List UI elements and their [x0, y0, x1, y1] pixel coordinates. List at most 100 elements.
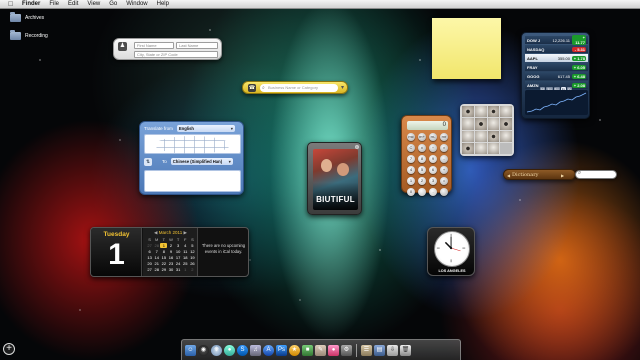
- firefox-icon[interactable]: ★: [289, 344, 300, 356]
- skype-icon[interactable]: S: [237, 344, 248, 356]
- calculator-key[interactable]: 2: [418, 177, 426, 185]
- apple-menu-icon[interactable]: : [8, 0, 16, 9]
- trash-icon[interactable]: 🗑: [400, 344, 411, 356]
- tile[interactable]: [474, 142, 487, 154]
- movie-poster[interactable]: BIUTIFUL: [313, 149, 358, 210]
- chevron-down-icon[interactable]: ▾: [341, 84, 344, 91]
- tile[interactable]: [487, 106, 500, 118]
- stock-change[interactable]: + 6.05: [572, 64, 586, 70]
- tile[interactable]: [487, 142, 500, 154]
- calendar-day-cell[interactable]: 7: [153, 249, 160, 254]
- next-month-icon[interactable]: ▶: [183, 230, 186, 235]
- stock-row[interactable]: AAPL 355.00 + 1.78: [525, 54, 588, 62]
- calendar-day-cell[interactable]: 16: [167, 255, 174, 260]
- menu-help[interactable]: Help: [157, 0, 169, 9]
- stock-row[interactable]: FRAY + 6.05: [525, 63, 588, 71]
- calculator-key[interactable]: ±: [418, 144, 426, 152]
- calendar-day-cell[interactable]: 2: [189, 267, 196, 272]
- calendar-day-cell[interactable]: 27: [146, 243, 153, 248]
- translate-to-select[interactable]: Chinese (Simplified Han): [170, 158, 233, 165]
- calculator-key[interactable]: 9: [429, 155, 437, 163]
- swap-icon[interactable]: ⇅: [144, 158, 152, 166]
- calendar-day-cell[interactable]: 17: [175, 255, 182, 260]
- calendar-day-cell[interactable]: 1: [160, 243, 168, 248]
- calendar-day-cell[interactable]: 24: [175, 261, 182, 266]
- menu-finder[interactable]: Finder: [22, 0, 40, 9]
- stock-row[interactable]: GOOG 617.45 + 6.48: [525, 72, 588, 80]
- tile[interactable]: [487, 130, 500, 142]
- calculator-key[interactable]: [418, 188, 426, 196]
- tile-game-widget[interactable]: [460, 104, 514, 156]
- calendar-day-cell[interactable]: 29: [160, 267, 167, 272]
- tile[interactable]: [462, 130, 474, 142]
- photoshop-icon[interactable]: Ps: [276, 344, 287, 356]
- calculator-key[interactable]: -: [440, 155, 448, 163]
- calendar-day-cell[interactable]: 4: [182, 243, 189, 248]
- stock-change[interactable]: + 11.77: [572, 35, 586, 45]
- dashboard-icon[interactable]: ◉: [198, 344, 209, 356]
- calendar-day-cell[interactable]: 21: [153, 261, 160, 266]
- calendar-day-cell[interactable]: 26: [189, 261, 196, 266]
- calendar-day-cell[interactable]: 14: [153, 255, 160, 260]
- calendar-day-cell[interactable]: 19: [189, 255, 196, 260]
- documents-folder-icon[interactable]: ▤: [374, 344, 385, 356]
- tile[interactable]: [462, 106, 474, 118]
- tile-blank[interactable]: [500, 142, 512, 154]
- movies-widget[interactable]: BIUTIFUL i: [307, 142, 362, 215]
- tile[interactable]: [500, 106, 512, 118]
- photo-booth-icon[interactable]: ●: [328, 344, 339, 356]
- calendar-day-cell[interactable]: 27: [146, 267, 153, 272]
- tile[interactable]: [474, 130, 487, 142]
- calculator-key[interactable]: +: [440, 166, 448, 174]
- calendar-day-cell[interactable]: 5: [189, 243, 196, 248]
- calendar-day-cell[interactable]: 9: [167, 249, 174, 254]
- ichat-icon[interactable]: ●: [224, 344, 235, 356]
- app-store-icon[interactable]: A: [263, 344, 274, 356]
- translate-input-area[interactable]: [144, 134, 241, 154]
- calculator-key[interactable]: 0: [407, 188, 415, 196]
- calendar-day-cell[interactable]: 11: [182, 249, 189, 254]
- calendar-day-cell[interactable]: 25: [182, 261, 189, 266]
- calendar-day-cell[interactable]: 10: [175, 249, 182, 254]
- calendar-day-cell[interactable]: 30: [167, 267, 174, 272]
- calendar-day-cell[interactable]: 18: [182, 255, 189, 260]
- downloads-stack-icon[interactable]: ⇩: [387, 344, 398, 356]
- stock-change[interactable]: + 6.48: [572, 73, 586, 79]
- system-preferences-icon[interactable]: ⚙: [341, 344, 352, 356]
- add-widget-button[interactable]: +: [3, 343, 15, 355]
- calendar-day-cell[interactable]: 31: [175, 267, 182, 272]
- back-arrow-icon[interactable]: ◀: [507, 170, 510, 181]
- tile[interactable]: [474, 106, 487, 118]
- calendar-day-cell[interactable]: 8: [160, 249, 167, 254]
- tile[interactable]: [462, 142, 474, 154]
- preview-icon[interactable]: ✎: [315, 344, 326, 356]
- calculator-key[interactable]: ÷: [429, 144, 437, 152]
- applications-stack-icon[interactable]: ☰: [361, 344, 372, 356]
- minecraft-icon[interactable]: ■: [302, 344, 313, 356]
- info-icon[interactable]: i: [355, 145, 359, 149]
- calculator-key[interactable]: 7: [407, 155, 415, 163]
- calendar-day-cell[interactable]: 3: [175, 243, 182, 248]
- menu-view[interactable]: View: [87, 0, 100, 9]
- calculator-key[interactable]: .: [429, 188, 437, 196]
- calculator-key[interactable]: mr: [440, 133, 448, 141]
- city-field[interactable]: City, State or ZIP Code: [134, 51, 218, 58]
- calculator-key[interactable]: C: [407, 144, 415, 152]
- calculator-key[interactable]: mc: [407, 133, 415, 141]
- calendar-day-cell[interactable]: 23: [167, 261, 174, 266]
- menu-window[interactable]: Window: [126, 0, 147, 9]
- tile[interactable]: [487, 118, 500, 130]
- calculator-key[interactable]: m-: [429, 133, 437, 141]
- calculator-key[interactable]: 8: [418, 155, 426, 163]
- stock-change[interactable]: - 5.31: [572, 46, 586, 52]
- desktop-item-archives[interactable]: Archives: [10, 12, 44, 22]
- tile[interactable]: [462, 118, 474, 130]
- stock-change[interactable]: + 2.08: [572, 82, 586, 88]
- calculator-key[interactable]: m+: [418, 133, 426, 141]
- dictionary-search-input[interactable]: [575, 170, 617, 179]
- calendar-day-cell[interactable]: 1: [182, 267, 189, 272]
- menu-edit[interactable]: Edit: [68, 0, 78, 9]
- menu-go[interactable]: Go: [109, 0, 117, 9]
- tile[interactable]: [500, 130, 512, 142]
- tile[interactable]: [474, 118, 487, 130]
